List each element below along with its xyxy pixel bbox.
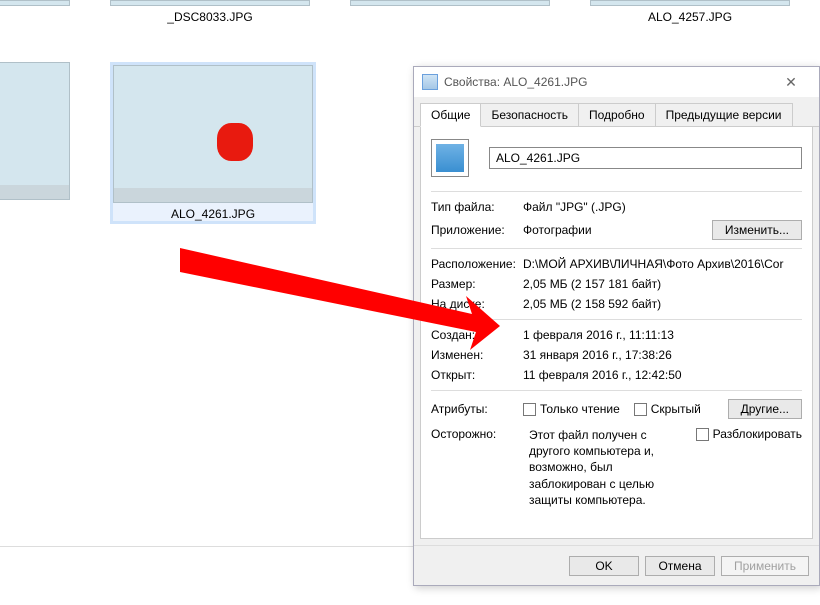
- ok-button[interactable]: OK: [569, 556, 639, 576]
- label-created: Создан:: [431, 328, 523, 342]
- explorer-background: 7554.JPG _DSC8033.JPG ALO_4257.JPG 4260.…: [0, 0, 820, 605]
- value-modified: 31 января 2016 г., 17:38:26: [523, 348, 802, 362]
- checkbox-icon: [523, 403, 536, 416]
- checkbox-hidden-label: Скрытый: [651, 402, 701, 416]
- image-file-icon: [422, 74, 438, 90]
- file-type-icon: [431, 139, 469, 177]
- label-modified: Изменен:: [431, 348, 523, 362]
- label-warning: Осторожно:: [431, 427, 523, 508]
- dialog-title: Свойства: ALO_4261.JPG: [444, 75, 771, 89]
- value-size-on-disk: 2,05 МБ (2 158 592 байт): [523, 297, 802, 311]
- checkbox-hidden[interactable]: Скрытый: [634, 402, 701, 416]
- tab-strip: Общие Безопасность Подробно Предыдущие в…: [414, 97, 819, 127]
- label-location: Расположение:: [431, 257, 523, 271]
- dialog-body: Тип файла: Файл "JPG" (.JPG) Приложение:…: [420, 127, 813, 539]
- checkbox-readonly-label: Только чтение: [540, 402, 620, 416]
- label-app: Приложение:: [431, 223, 523, 237]
- thumbnail[interactable]: [110, 0, 310, 6]
- label-size-on-disk: На диске:: [431, 297, 523, 311]
- value-app: Фотографии: [523, 223, 712, 237]
- value-filetype: Файл "JPG" (.JPG): [523, 200, 802, 214]
- checkbox-icon: [634, 403, 647, 416]
- tab-previous-versions[interactable]: Предыдущие версии: [655, 103, 793, 126]
- thumbnail[interactable]: [0, 0, 70, 6]
- apply-button[interactable]: Применить: [721, 556, 809, 576]
- checkbox-icon: [696, 428, 709, 441]
- thumbnail-row-2: 4260.JPG ALO_4261.JPG: [0, 62, 316, 224]
- value-location: D:\МОЙ АРХИВ\ЛИЧНАЯ\Фото Архив\2016\Cor: [523, 257, 802, 271]
- other-attributes-button[interactable]: Другие...: [728, 399, 802, 419]
- checkbox-readonly[interactable]: Только чтение: [523, 402, 620, 416]
- label-size: Размер:: [431, 277, 523, 291]
- dialog-titlebar[interactable]: Свойства: ALO_4261.JPG ✕: [414, 67, 819, 97]
- tab-security[interactable]: Безопасность: [480, 103, 579, 126]
- thumbnail-caption: _DSC8033.JPG: [167, 10, 252, 24]
- filename-input[interactable]: [489, 147, 802, 169]
- thumbnail-selected[interactable]: [113, 65, 313, 203]
- label-filetype: Тип файла:: [431, 200, 523, 214]
- tab-details[interactable]: Подробно: [578, 103, 656, 126]
- checkbox-unblock-label: Разблокировать: [713, 427, 802, 441]
- value-created: 1 февраля 2016 г., 11:11:13: [523, 328, 802, 342]
- close-button[interactable]: ✕: [771, 70, 811, 94]
- thumbnail-row-1: 7554.JPG _DSC8033.JPG ALO_4257.JPG: [0, 0, 790, 24]
- thumbnail[interactable]: [590, 0, 790, 6]
- checkbox-unblock[interactable]: Разблокировать: [696, 427, 802, 441]
- thumbnail-caption: ALO_4257.JPG: [648, 10, 732, 24]
- tab-general[interactable]: Общие: [420, 103, 481, 127]
- value-size: 2,05 МБ (2 157 181 байт): [523, 277, 802, 291]
- cancel-button[interactable]: Отмена: [645, 556, 715, 576]
- thumbnail[interactable]: [350, 0, 550, 6]
- label-accessed: Открыт:: [431, 368, 523, 382]
- properties-dialog: Свойства: ALO_4261.JPG ✕ Общие Безопасно…: [413, 66, 820, 586]
- dialog-button-row: OK Отмена Применить: [414, 545, 819, 585]
- value-accessed: 11 февраля 2016 г., 12:42:50: [523, 368, 802, 382]
- label-attributes: Атрибуты:: [431, 402, 523, 416]
- thumbnail[interactable]: [0, 62, 70, 200]
- warning-text: Этот файл получен с другого компьютера и…: [529, 427, 684, 508]
- change-app-button[interactable]: Изменить...: [712, 220, 802, 240]
- thumbnail-caption: ALO_4261.JPG: [171, 207, 255, 221]
